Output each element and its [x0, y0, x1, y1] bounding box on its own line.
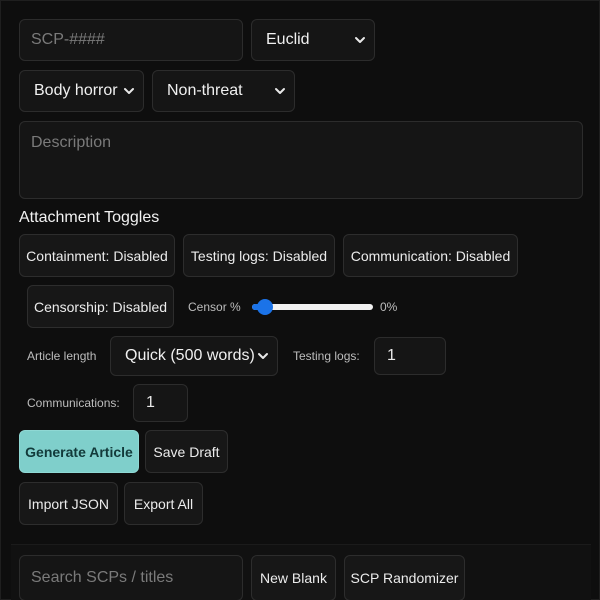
- attachment-toggles-title: Attachment Toggles: [19, 209, 160, 226]
- search-placeholder: Search SCPs / titles: [31, 569, 174, 586]
- chevron-down-icon: [257, 350, 269, 362]
- chevron-down-icon: [274, 85, 286, 97]
- generate-article-button[interactable]: Generate Article: [19, 430, 139, 473]
- scp-id-placeholder: SCP-####: [31, 31, 105, 48]
- tone-value: Body horror: [34, 82, 118, 99]
- object-class-value: Euclid: [266, 31, 310, 48]
- testing-logs-count-input[interactable]: 1: [374, 337, 446, 375]
- testing-logs-toggle[interactable]: Testing logs: Disabled: [183, 234, 335, 277]
- export-all-button[interactable]: Export All: [124, 482, 203, 525]
- communications-count-label: Communications:: [27, 396, 120, 410]
- containment-toggle[interactable]: Containment: Disabled: [19, 234, 175, 277]
- threat-select[interactable]: Non-threat: [152, 70, 295, 112]
- chevron-down-icon: [354, 34, 366, 46]
- scp-search-input[interactable]: Search SCPs / titles: [19, 555, 243, 600]
- scp-generator-app: SCP-#### Euclid Body horror Non-threat D…: [0, 0, 600, 600]
- censor-percent-label: Censor %: [188, 300, 241, 314]
- scp-id-input[interactable]: SCP-####: [19, 19, 243, 61]
- object-class-select[interactable]: Euclid: [251, 19, 375, 61]
- article-length-label: Article length: [27, 349, 97, 363]
- censorship-toggle[interactable]: Censorship: Disabled: [27, 285, 174, 328]
- new-blank-button[interactable]: New Blank: [251, 555, 336, 600]
- description-placeholder: Description: [31, 134, 112, 151]
- censor-slider[interactable]: [252, 297, 373, 317]
- import-json-button[interactable]: Import JSON: [19, 482, 118, 525]
- article-length-value: Quick (500 words): [125, 347, 255, 364]
- save-draft-button[interactable]: Save Draft: [145, 430, 228, 473]
- tone-select[interactable]: Body horror: [19, 70, 144, 112]
- chevron-down-icon: [123, 85, 135, 97]
- threat-value: Non-threat: [167, 82, 243, 99]
- censor-percent-value: 0%: [380, 300, 398, 314]
- description-textarea[interactable]: Description: [19, 121, 583, 199]
- communications-count-input[interactable]: 1: [133, 384, 188, 422]
- testing-logs-count-label: Testing logs:: [293, 349, 360, 363]
- article-length-select[interactable]: Quick (500 words): [110, 336, 278, 376]
- scp-randomizer-button[interactable]: SCP Randomizer: [344, 555, 465, 600]
- communication-toggle[interactable]: Communication: Disabled: [343, 234, 518, 277]
- slider-thumb[interactable]: [257, 299, 273, 315]
